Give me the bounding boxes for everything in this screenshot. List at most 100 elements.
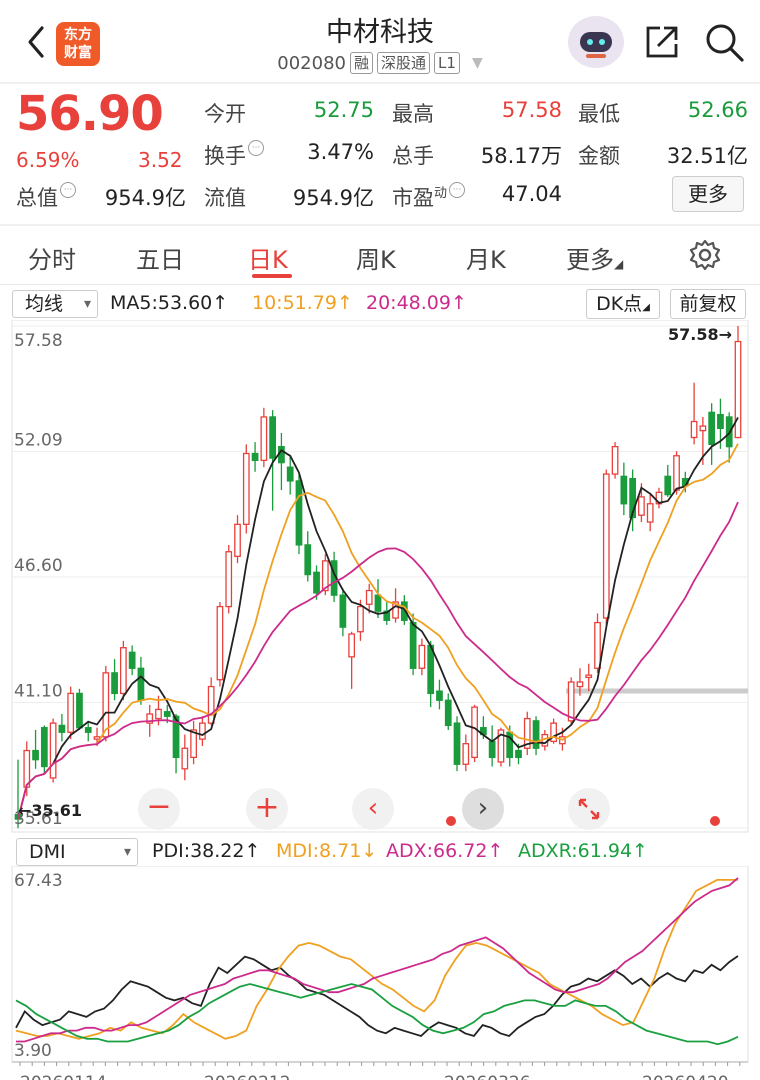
candle-body (251, 452, 259, 462)
candle-body (453, 722, 461, 765)
candle-body (155, 708, 162, 720)
adx-label: ADX:66.72↑ (386, 840, 504, 862)
info-icon[interactable]: ··· (449, 182, 466, 198)
tag-connect: 深股通 (377, 52, 431, 74)
ma5-line (17, 416, 739, 820)
chart-frame (11, 866, 749, 1063)
tab-more[interactable]: 更多◢ (566, 240, 623, 275)
event-dot[interactable] (446, 816, 456, 826)
search-icon[interactable] (702, 20, 746, 64)
adxr-line (15, 983, 739, 1046)
label-pe: 市盈动 ··· (392, 182, 466, 212)
dmi-chart[interactable]: 67.43 3.90 20260114 20260212 20260326 2026042… (0, 866, 760, 1080)
value-market-cap: 954.9亿 (104, 186, 186, 210)
tab-weekly-k[interactable]: 周K (356, 240, 396, 275)
dk-point-button[interactable]: DK点◢ (586, 289, 660, 319)
candle-body (409, 621, 417, 669)
candle-body (286, 466, 294, 482)
candle-body (269, 416, 277, 459)
label-market-cap: 总值 ··· (16, 182, 76, 212)
adxr-label: ADXR:61.94↑ (518, 840, 648, 862)
tab-daily-k[interactable]: 日K (248, 240, 288, 275)
indicator-select[interactable]: DMI (16, 838, 138, 866)
candle-body (488, 740, 496, 759)
tab-five-day[interactable]: 五日 (136, 240, 184, 275)
zoom-in-button[interactable]: + (246, 788, 288, 830)
candle-body (181, 747, 189, 770)
chart-frame (11, 320, 749, 833)
candle-body (436, 690, 443, 701)
dropdown-arrow-icon[interactable]: ▼ (472, 55, 483, 71)
info-icon[interactable]: ··· (248, 140, 264, 156)
divider (0, 284, 760, 285)
scroll-left-button[interactable]: ‹ (352, 788, 394, 830)
x-axis-label: 20260212 (204, 1073, 291, 1080)
y-axis-label: 57.58 (14, 331, 63, 351)
x-axis-label: 20260326 (444, 1073, 531, 1080)
info-icon[interactable]: ··· (60, 182, 76, 198)
candle-body (708, 411, 716, 446)
fullscreen-icon[interactable] (568, 788, 610, 830)
active-tab-underline (252, 274, 292, 278)
candle-body (576, 681, 584, 688)
kline-chart[interactable]: 57.5852.0946.6041.1035.6157.58→←35.61 (0, 320, 760, 834)
low-price-marker: ←35.61 (18, 801, 82, 820)
tab-intraday[interactable]: 分时 (28, 240, 76, 275)
change-percent: 6.59% (16, 148, 80, 172)
ma-select[interactable]: 均线 (12, 290, 98, 318)
change-amount: 3.52 (138, 148, 183, 172)
label-high: 最高 (392, 102, 434, 126)
candle-body (673, 455, 680, 491)
candle-body (295, 480, 303, 546)
candle-body (199, 722, 206, 740)
event-dot[interactable] (710, 816, 720, 826)
stock-code: 002080 (277, 52, 346, 74)
candle-body (207, 685, 215, 724)
value-float-cap: 954.9亿 (292, 186, 374, 210)
candle-body (234, 523, 241, 557)
candle-body (93, 736, 101, 740)
label-open: 今开 (204, 102, 246, 126)
candle-body (418, 644, 426, 669)
y-axis-label: 52.09 (14, 431, 63, 451)
candle-body (242, 452, 250, 525)
candle-body (67, 692, 75, 733)
candle-body (594, 621, 601, 669)
y-axis-label: 41.10 (14, 682, 63, 702)
more-button[interactable]: 更多 (672, 176, 744, 212)
candle-body (699, 425, 707, 432)
ma20-label: 20:48.09↑ (366, 292, 467, 314)
label-volume: 总手 (392, 144, 434, 168)
zoom-out-button[interactable]: − (138, 788, 180, 830)
candle-body (374, 594, 382, 612)
x-axis-label: 20260420 (642, 1073, 729, 1080)
settings-gear-icon[interactable] (688, 238, 722, 272)
candle-body (76, 692, 83, 729)
share-icon[interactable] (640, 20, 684, 64)
candle-body (32, 749, 39, 761)
candle-body (216, 605, 224, 681)
candle-body (462, 743, 470, 765)
candle-body (611, 445, 619, 475)
scroll-right-button[interactable]: › (462, 788, 504, 830)
tab-monthly-k[interactable]: 月K (466, 240, 506, 275)
current-price: 56.90 (16, 86, 164, 142)
candle-body (40, 727, 48, 768)
candle-body (49, 722, 57, 779)
assistant-avatar-icon[interactable] (568, 16, 624, 68)
candle-body (225, 551, 233, 608)
high-price-marker: 57.58→ (668, 325, 732, 344)
candle-body (567, 681, 575, 722)
value-low: 52.66 (687, 98, 748, 122)
label-amount: 金额 (578, 144, 620, 168)
candle-body (304, 544, 312, 576)
adjust-button[interactable]: 前复权 (670, 289, 746, 319)
ma10-label: 10:51.79↑ (252, 292, 353, 314)
candle-body (427, 644, 435, 695)
x-axis-label: 20260114 (20, 1073, 107, 1080)
y-axis-label: 67.43 (14, 871, 63, 891)
candle-body (602, 473, 610, 619)
pdi-label: PDI:38.22↑ (152, 840, 261, 862)
adx-line (16, 877, 739, 1043)
value-high: 57.58 (501, 98, 562, 122)
